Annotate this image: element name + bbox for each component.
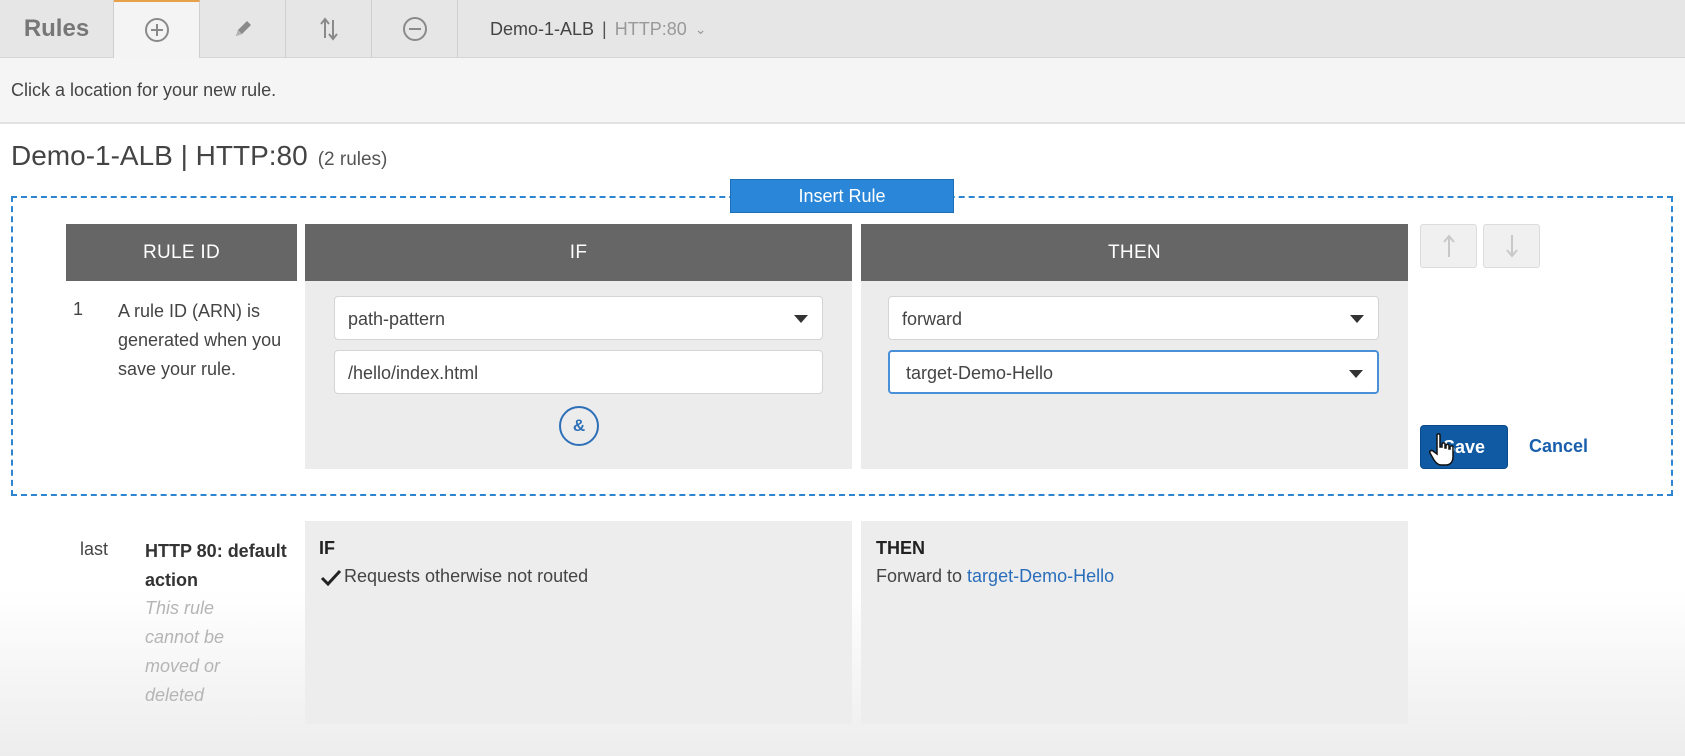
condition-type-value: path-pattern (348, 309, 446, 329)
default-if-condition: Requests otherwise not routed (320, 566, 588, 587)
caret-down-icon (794, 315, 808, 323)
toolbar-title: Rules (0, 0, 114, 58)
action-type-value: forward (902, 309, 963, 329)
reorder-rules-tab[interactable] (286, 0, 372, 58)
default-then-prefix: Forward to (876, 566, 963, 586)
default-then-action: Forward to target-Demo-Hello (876, 566, 1114, 587)
add-rule-tab[interactable] (114, 0, 200, 58)
path-pattern-input[interactable]: /hello/index.html (334, 350, 823, 394)
cancel-link[interactable]: Cancel (1529, 436, 1588, 457)
default-if-text: Requests otherwise not routed (344, 566, 589, 586)
default-rule-note: This rule cannot be moved or deleted (145, 598, 225, 705)
pencil-icon (235, 21, 251, 36)
default-rule-title: HTTP 80: default action (145, 541, 287, 590)
reorder-arrows-icon (319, 17, 338, 41)
condition-type-select[interactable]: path-pattern (334, 296, 823, 340)
plus-circle-icon (144, 18, 169, 42)
checkmark-icon (320, 569, 342, 586)
target-group-select[interactable]: target-Demo-Hello (888, 350, 1379, 394)
page-title: Demo-1-ALB | HTTP:80 (2 rules) (11, 140, 387, 172)
rule-id-description: A rule ID (ARN) is generated when you sa… (118, 301, 282, 379)
default-if-panel (305, 521, 852, 724)
hint-message: Click a location for your new rule. (0, 58, 1685, 124)
edit-rules-tab[interactable] (200, 0, 286, 58)
minus-circle-icon (402, 17, 427, 41)
rules-toolbar: Rules Demo-1-ALB | HTTP:80 ⌄ (0, 0, 1685, 58)
chevron-down-icon: ⌄ (694, 20, 707, 37)
rule-id-column-header: RULE ID (66, 224, 297, 281)
listener-selector[interactable]: Demo-1-ALB | HTTP:80 ⌄ (490, 0, 707, 58)
default-target-group-link[interactable]: target-Demo-Hello (967, 566, 1114, 586)
add-condition-button[interactable]: & (559, 406, 599, 446)
move-up-button[interactable] (1420, 224, 1477, 268)
page-title-text: Demo-1-ALB | HTTP:80 (11, 140, 308, 171)
delete-rules-tab[interactable] (372, 0, 458, 58)
caret-down-icon (1350, 315, 1364, 323)
load-balancer-name: Demo-1-ALB (490, 18, 595, 39)
listener-separator: | (602, 18, 607, 39)
default-rule-position: last (80, 539, 109, 559)
listener-port: HTTP:80 (614, 18, 687, 39)
default-then-panel (861, 521, 1408, 724)
default-then-heading: THEN (876, 538, 925, 558)
rule-count: (2 rules) (317, 149, 388, 170)
if-column-header: IF (305, 224, 852, 281)
rule-number: 1 (73, 299, 84, 319)
action-type-select[interactable]: forward (888, 296, 1379, 340)
caret-down-icon (1349, 370, 1363, 378)
hand-cursor-icon (1429, 433, 1454, 466)
arrow-down-icon (1505, 235, 1518, 258)
target-group-value: target-Demo-Hello (906, 363, 1054, 383)
insert-rule-button[interactable]: Insert Rule (730, 179, 954, 213)
then-column-header: THEN (861, 224, 1408, 281)
arrow-up-icon (1442, 234, 1455, 257)
move-down-button[interactable] (1483, 224, 1540, 268)
default-if-heading: IF (319, 538, 335, 558)
